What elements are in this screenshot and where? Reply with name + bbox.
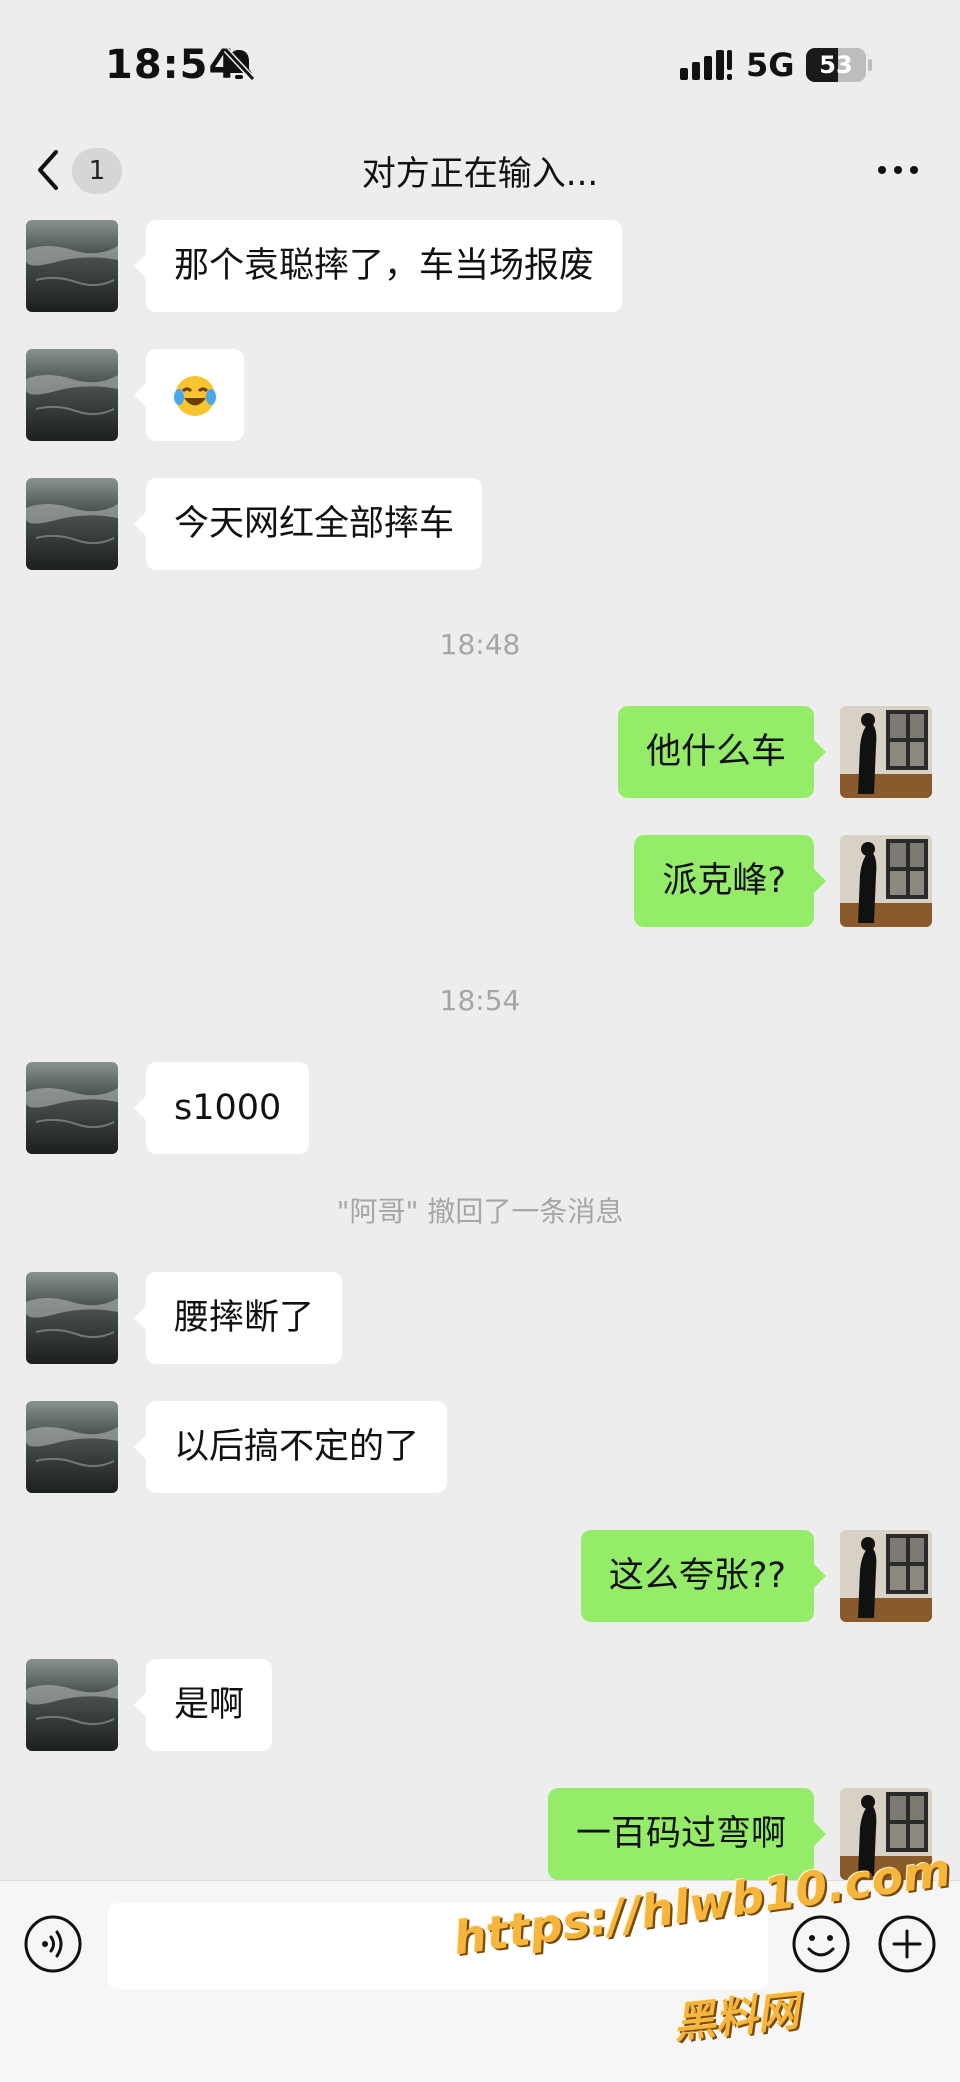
timestamp: 18:48 (439, 628, 521, 661)
received-message-bubble[interactable]: 是啊 (133, 1659, 273, 1751)
recall-notice: "阿哥" 撤回了一条消息 (336, 1195, 624, 1228)
battery-level: 53 (819, 51, 853, 79)
contact-avatar[interactable] (26, 1272, 118, 1364)
more-options-icon[interactable] (868, 150, 928, 190)
status-time: 18:54 (105, 42, 238, 88)
contact-avatar[interactable] (26, 1401, 118, 1493)
unread-count-badge[interactable]: 1 (72, 148, 122, 194)
chat-header: 1 对方正在输入... (0, 130, 960, 210)
plus-more-icon[interactable] (876, 1913, 938, 1975)
received-message-bubble[interactable]: 以后搞不定的了 (133, 1401, 448, 1493)
message-list[interactable]: 那个袁聪摔了，车当场报废 今天网红全部摔车 18:48 他什么车 派克峰? 18… (0, 210, 960, 1880)
sent-message-bubble[interactable]: 这么夸张?? (580, 1530, 827, 1622)
signal-bars-icon (680, 50, 732, 80)
voice-input-icon[interactable] (22, 1913, 84, 1975)
received-message-bubble[interactable]: 腰摔断了 (133, 1272, 343, 1364)
back-chevron-icon[interactable] (28, 144, 68, 196)
laughing-crying-emoji-icon (174, 376, 216, 416)
network-type: 5G (746, 46, 795, 84)
received-message-bubble[interactable]: 那个袁聪摔了，车当场报废 (133, 220, 623, 312)
chat-title: 对方正在输入... (361, 154, 599, 194)
my-avatar[interactable] (840, 706, 932, 798)
contact-avatar[interactable] (26, 349, 118, 441)
contact-avatar[interactable] (26, 478, 118, 570)
received-message-bubble[interactable]: 今天网红全部摔车 (133, 478, 483, 570)
received-emoji-bubble[interactable] (134, 349, 244, 441)
contact-avatar[interactable] (26, 1062, 118, 1154)
status-bar: 18:54 5G 53 (0, 0, 960, 130)
timestamp: 18:54 (439, 984, 521, 1017)
contact-avatar[interactable] (26, 1659, 118, 1751)
battery-icon: 53 (806, 48, 872, 82)
received-message-bubble[interactable]: s1000 (133, 1062, 310, 1154)
my-avatar[interactable] (840, 1530, 932, 1622)
sent-message-bubble[interactable]: 他什么车 (617, 706, 827, 798)
emoji-picker-icon[interactable] (790, 1913, 852, 1975)
my-avatar[interactable] (840, 835, 932, 927)
bell-muted-icon (223, 47, 256, 82)
sent-message-bubble[interactable]: 派克峰? (634, 835, 826, 927)
contact-avatar[interactable] (26, 220, 118, 312)
